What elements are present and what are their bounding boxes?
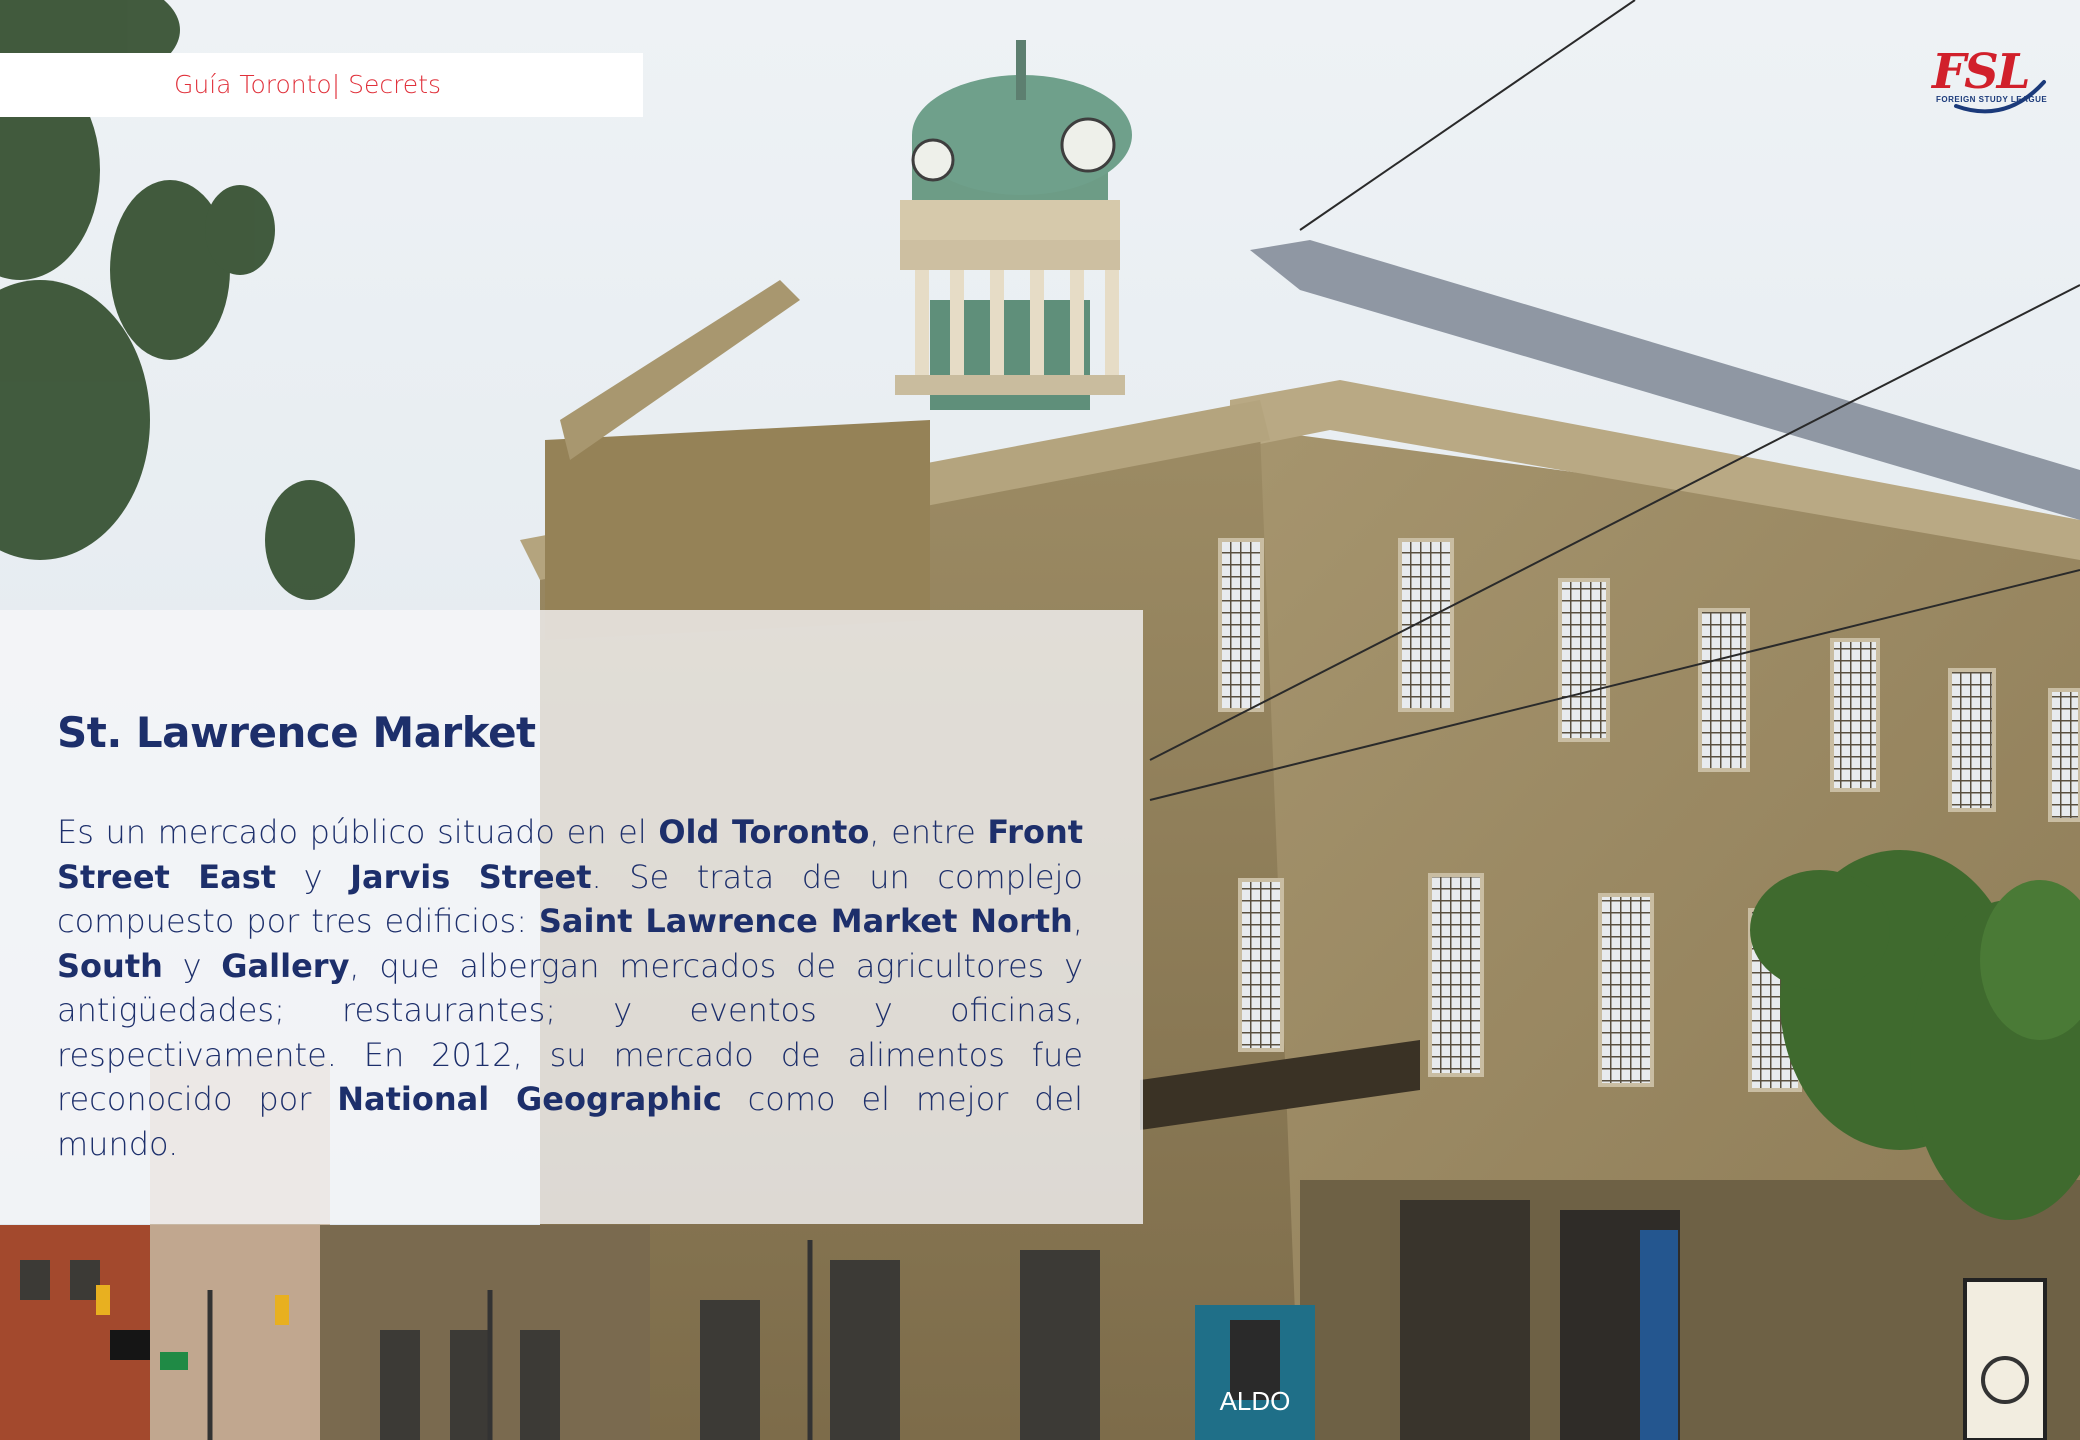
paragraph-highlight: Old Toronto xyxy=(658,813,870,851)
article-title: St. Lawrence Market xyxy=(57,708,536,757)
paragraph-highlight: Gallery xyxy=(221,946,350,985)
paragraph-text: Es un mercado público situado en el xyxy=(57,813,659,851)
aldo-sign: ALDO xyxy=(1220,1386,1291,1416)
paragraph-highlight: National Geographic xyxy=(337,1080,722,1118)
article-paragraph: Es un mercado público situado en el Old … xyxy=(57,810,1083,1166)
paragraph-text: y xyxy=(162,946,222,985)
paragraph-highlight: Saint Lawrence Market North xyxy=(538,902,1073,940)
header-bar: Guía Toronto| Secrets xyxy=(0,53,643,117)
paragraph-highlight: South xyxy=(57,946,163,985)
paragraph-highlight: Jarvis Street xyxy=(350,857,592,896)
paragraph-text: y xyxy=(276,857,351,896)
paragraph-text: , xyxy=(1072,902,1084,940)
info-panel: St. Lawrence Market Es un mercado públic… xyxy=(0,610,1143,1224)
logo-swoosh-icon xyxy=(1954,80,2046,114)
fsl-logo: FSL FOREIGN STUDY LEAGUE xyxy=(1926,44,2050,116)
paragraph-text: , entre xyxy=(869,813,988,851)
header-title: Guía Toronto| Secrets xyxy=(174,70,442,99)
